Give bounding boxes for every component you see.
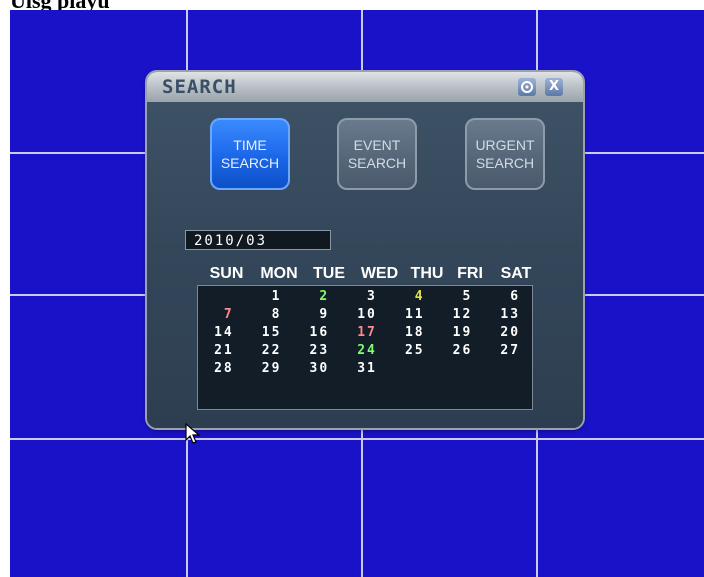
dialog-titlebar[interactable]: SEARCH X: [147, 72, 583, 102]
calendar-day[interactable]: 2: [293, 288, 341, 306]
weekday-label: FRI: [457, 265, 483, 282]
calendar-day[interactable]: 25: [389, 342, 437, 360]
settings-button[interactable]: [518, 78, 536, 96]
calendar-day: [484, 360, 532, 378]
calendar-day[interactable]: 22: [246, 342, 294, 360]
search-dialog: SEARCH X TIME SEARCH EVENT SEARCH URGENT…: [147, 72, 583, 428]
calendar-day[interactable]: 6: [484, 288, 532, 306]
calendar-day[interactable]: 31: [341, 360, 389, 378]
close-icon: X: [548, 79, 560, 94]
weekday-label: THU: [410, 265, 444, 282]
calendar-day[interactable]: 29: [246, 360, 294, 378]
calendar-day[interactable]: 21: [198, 342, 246, 360]
event-search-label-2: SEARCH: [347, 155, 407, 171]
calendar-day[interactable]: 16: [293, 324, 341, 342]
calendar-day[interactable]: 5: [437, 288, 485, 306]
close-button[interactable]: X: [545, 78, 563, 96]
grid-line: [10, 438, 704, 440]
calendar-day[interactable]: 27: [484, 342, 532, 360]
weekday-header: SUN MON TUE WED THU FRI SAT: [200, 265, 540, 285]
calendar-day: [389, 360, 437, 378]
calendar-day[interactable]: 4: [389, 288, 437, 306]
calendar-week-row: 7 8 9 10 11 12 13: [198, 306, 532, 324]
weekday-label: SUN: [209, 265, 244, 282]
calendar-day[interactable]: 24: [341, 342, 389, 360]
time-search-label-2: SEARCH: [220, 155, 280, 171]
gear-icon: [518, 81, 536, 100]
calendar-day[interactable]: 10: [341, 306, 389, 324]
top-caption: Ulsg playu: [10, 0, 110, 13]
calendar-day[interactable]: 18: [389, 324, 437, 342]
calendar-day[interactable]: 11: [389, 306, 437, 324]
calendar-day[interactable]: 7: [198, 306, 246, 324]
urgent-search-label-2: SEARCH: [475, 155, 535, 171]
calendar-day[interactable]: 23: [293, 342, 341, 360]
calendar-day[interactable]: 20: [484, 324, 532, 342]
calendar-day[interactable]: 30: [293, 360, 341, 378]
calendar-day[interactable]: 15: [246, 324, 294, 342]
calendar-day[interactable]: 19: [437, 324, 485, 342]
calendar-day: [437, 360, 485, 378]
time-search-button[interactable]: TIME SEARCH: [210, 118, 290, 190]
event-search-button[interactable]: EVENT SEARCH: [337, 118, 417, 190]
calendar-week-row: 28 29 30 31: [198, 360, 532, 378]
weekday-label: MON: [260, 265, 298, 282]
calendar-day[interactable]: 1: [246, 288, 294, 306]
calendar-grid: 1 2 3 4 5 6 7 8 9 10 11 12 13 14 15 16 17 18 19 20 21 22 23 24 2…: [197, 285, 533, 410]
urgent-search-button[interactable]: URGENT SEARCH: [465, 118, 545, 190]
weekday-label: SAT: [500, 265, 532, 282]
calendar-day[interactable]: 17: [341, 324, 389, 342]
dialog-title: SEARCH: [162, 76, 237, 98]
mouse-pointer-icon: [185, 422, 201, 450]
calendar-day[interactable]: 3: [341, 288, 389, 306]
weekday-label: WED: [360, 265, 399, 282]
calendar-day[interactable]: 28: [198, 360, 246, 378]
calendar-day[interactable]: 14: [198, 324, 246, 342]
event-search-label-1: EVENT: [353, 137, 401, 153]
calendar-day[interactable]: 8: [246, 306, 294, 324]
calendar-day[interactable]: 9: [293, 306, 341, 324]
calendar-week-row: 21 22 23 24 25 26 27: [198, 342, 532, 360]
calendar-week-row: 14 15 16 17 18 19 20: [198, 324, 532, 342]
weekday-label: TUE: [313, 265, 345, 282]
calendar-day[interactable]: 26: [437, 342, 485, 360]
calendar-week-row: 123456: [198, 288, 532, 306]
calendar-day[interactable]: 13: [484, 306, 532, 324]
calendar-day: [198, 288, 246, 306]
calendar-day[interactable]: 12: [437, 306, 485, 324]
month-selector[interactable]: 2010/03: [185, 230, 331, 250]
time-search-label-1: TIME: [233, 137, 267, 153]
urgent-search-label-1: URGENT: [475, 137, 535, 153]
